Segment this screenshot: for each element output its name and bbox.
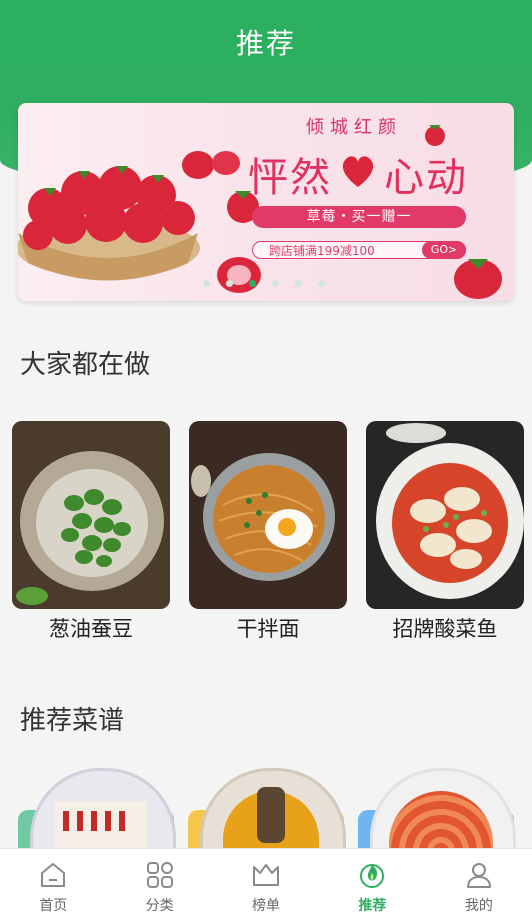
recipe-card[interactable] (358, 762, 518, 858)
grid-icon (146, 862, 173, 888)
strawberry-decoration (425, 125, 445, 146)
bottom-tab-bar: 首页 分类 榜单 推荐 我的 (0, 848, 532, 921)
carousel-dot[interactable] (318, 280, 325, 287)
tab-label: 首页 (39, 898, 68, 914)
carousel-dot[interactable] (203, 280, 210, 287)
popular-card[interactable]: 干拌面 (189, 421, 347, 643)
tab-mine[interactable]: 我的 (426, 849, 532, 921)
crown-icon (253, 864, 280, 886)
heart-icon (342, 156, 374, 187)
popular-list: 葱油蚕豆 干拌面 招牌酸菜鱼 (12, 421, 528, 643)
recommend-list (18, 762, 518, 858)
tab-category[interactable]: 分类 (106, 849, 212, 921)
carousel-dot[interactable] (272, 280, 279, 287)
popular-section-title: 大家都在做 (20, 350, 151, 380)
carousel-dot[interactable] (226, 280, 233, 287)
dish-name: 葱油蚕豆 (49, 617, 133, 641)
dish-name: 招牌酸菜鱼 (392, 617, 498, 641)
recipe-card[interactable] (188, 762, 348, 858)
tab-label: 榜单 (252, 898, 281, 914)
banner-brand-text: 倾城红颜 (306, 117, 402, 138)
popular-card[interactable]: 招牌酸菜鱼 (366, 421, 524, 643)
flame-icon (360, 864, 385, 888)
dish-image (366, 421, 524, 609)
strawberry-decoration (182, 151, 240, 179)
recipe-image (370, 768, 516, 858)
promo-banner[interactable]: 倾城红颜 怦然 心动 草莓・买一赠一 跨店铺满199减100 GO> (18, 103, 514, 301)
go-button[interactable]: GO> (422, 241, 466, 259)
dish-image (189, 421, 347, 609)
recipe-image (30, 768, 176, 858)
dish-name: 干拌面 (236, 617, 300, 641)
carousel-indicator (203, 280, 325, 287)
user-icon (466, 863, 491, 888)
promo-main-label: 草莓・买一赠一 (252, 206, 466, 228)
tab-recommend[interactable]: 推荐 (319, 849, 425, 921)
carousel-dot[interactable] (295, 280, 302, 287)
page-title: 推荐 (235, 27, 296, 60)
promo-sub-label: 跨店铺满199减100 GO> (252, 241, 466, 259)
recipe-image (200, 768, 346, 858)
dish-image (12, 421, 170, 609)
headline-right: 心动 (384, 155, 468, 201)
tab-home[interactable]: 首页 (0, 849, 106, 921)
home-icon (41, 863, 66, 887)
promo-sub-text: 跨店铺满199减100 (269, 244, 375, 258)
recipe-card[interactable] (18, 762, 178, 858)
headline-left: 怦然 (248, 155, 332, 201)
popular-card[interactable]: 葱油蚕豆 (12, 421, 170, 643)
tab-ranking[interactable]: 榜单 (213, 849, 319, 921)
tab-label: 我的 (464, 898, 493, 914)
tab-label: 分类 (145, 898, 174, 914)
carousel-dot-active[interactable] (249, 280, 256, 287)
strawberry-decoration (454, 259, 502, 299)
recommend-section-title: 推荐菜谱 (20, 706, 125, 736)
tab-label: 推荐 (358, 898, 387, 914)
